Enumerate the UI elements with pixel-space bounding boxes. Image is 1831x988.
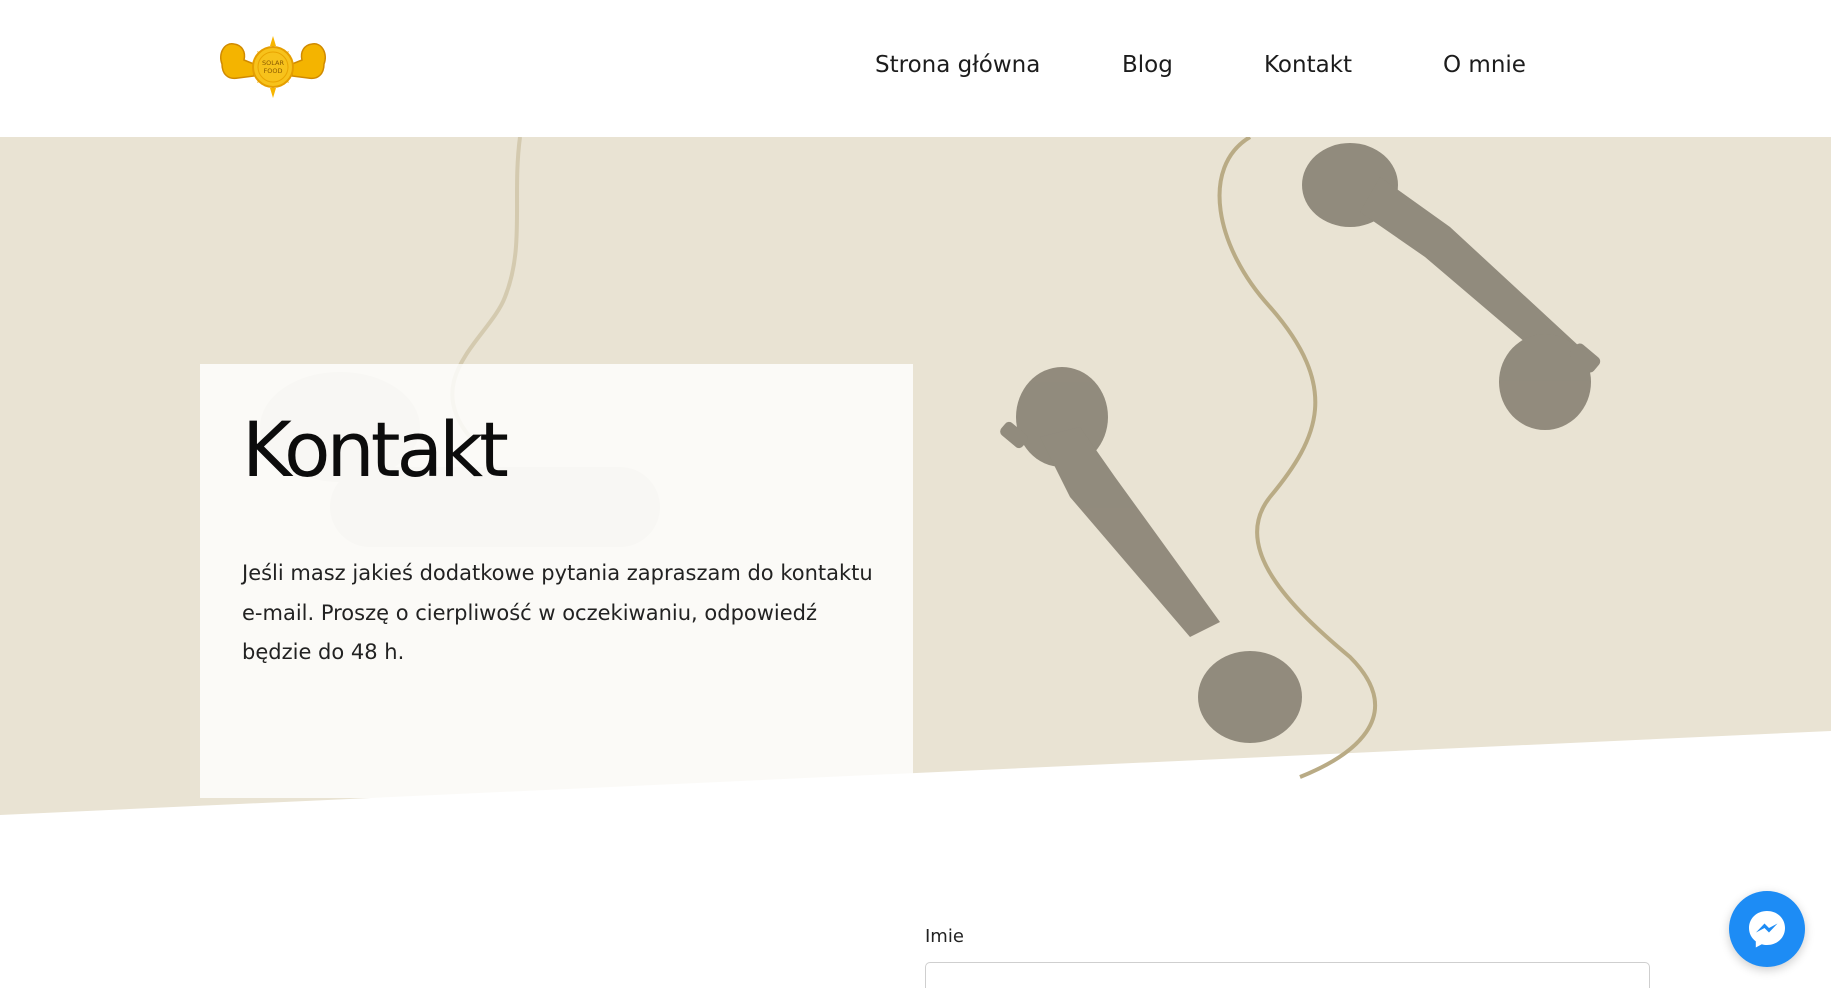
messenger-icon [1749, 911, 1785, 948]
contact-intro-card: Kontakt Jeśli masz jakieś dodatkowe pyta… [200, 364, 913, 798]
messenger-chat-button[interactable] [1729, 891, 1805, 967]
name-input[interactable] [925, 962, 1650, 988]
hero-section: Kontakt Jeśli masz jakieś dodatkowe pyta… [0, 137, 1831, 817]
nav-blog[interactable]: Blog [1122, 47, 1173, 83]
main-nav: Strona główna Blog Kontakt O mnie [0, 47, 1831, 87]
nav-about[interactable]: O mnie [1443, 47, 1526, 83]
nav-home[interactable]: Strona główna [875, 47, 1040, 83]
name-label: Imie [925, 926, 964, 947]
nav-contact[interactable]: Kontakt [1264, 47, 1352, 83]
site-header: SOLAR FOOD Strona główna Blog Kontakt O … [0, 0, 1831, 137]
page: SOLAR FOOD Strona główna Blog Kontakt O … [0, 0, 1831, 988]
contact-description: Jeśli masz jakieś dodatkowe pytania zapr… [242, 561, 873, 664]
page-title: Kontakt [242, 405, 509, 494]
